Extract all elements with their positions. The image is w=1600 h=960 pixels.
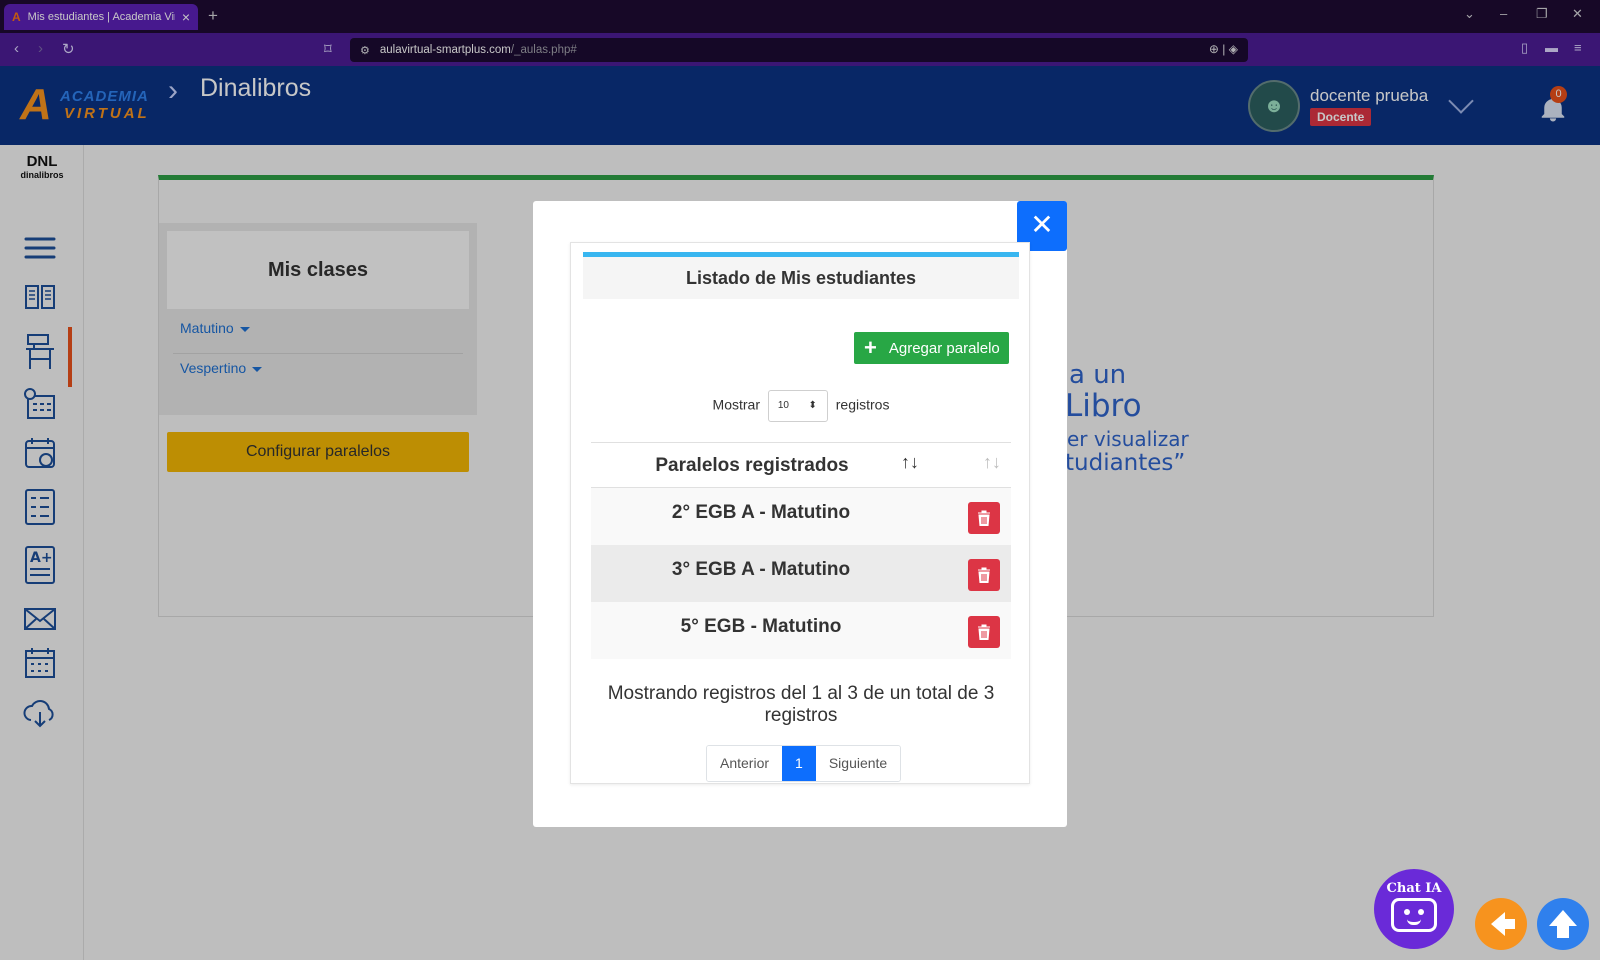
select-arrows-icon: ⬍ (808, 400, 817, 411)
close-icon: ✕ (1030, 209, 1054, 240)
show-suffix: registros (835, 396, 890, 413)
scroll-top-button[interactable] (1537, 898, 1589, 950)
pagination-next[interactable]: Siguiente (815, 746, 901, 781)
agregar-paralelo-button[interactable]: + Agregar paralelo (854, 332, 1009, 364)
chat-ia-button[interactable]: Chat IA (1374, 869, 1454, 949)
arrow-up-icon (1549, 910, 1577, 938)
estudiantes-card: Listado de Mis estudiantes + Agregar par… (570, 242, 1030, 784)
records-per-page: Mostrar 10 ⬍ registros (571, 390, 1031, 422)
sort-icon[interactable]: ↑↓ (901, 452, 919, 473)
show-prefix: Mostrar (712, 396, 760, 413)
chat-ia-label: Chat IA (1386, 881, 1442, 896)
pagination-prev[interactable]: Anterior (707, 746, 783, 781)
records-per-page-value: 10 (777, 400, 789, 411)
pagination-page-1[interactable]: 1 (782, 746, 816, 781)
trash-icon (978, 624, 990, 640)
plus-icon: + (864, 335, 877, 360)
records-per-page-select[interactable]: 10 ⬍ (767, 390, 828, 422)
table-info: Mostrando registros del 1 al 3 de un tot… (607, 683, 995, 726)
table-row: 5° EGB - Matutino (591, 602, 1011, 659)
modal-title: Listado de Mis estudiantes (583, 252, 1019, 299)
delete-button[interactable] (968, 559, 1000, 591)
delete-button[interactable] (968, 616, 1000, 648)
go-back-button[interactable] (1475, 898, 1527, 950)
pagination: Anterior 1 Siguiente (706, 745, 902, 782)
table-header: Paralelos registrados ↑↓ ↑↓ (591, 442, 1011, 488)
trash-icon (978, 510, 990, 526)
paralelo-name: 5° EGB - Matutino (680, 616, 842, 637)
robot-face-icon (1391, 898, 1437, 932)
sort-icon[interactable]: ↑↓ (983, 452, 1001, 473)
paralelo-name: 2° EGB A - Matutino (671, 502, 851, 523)
delete-button[interactable] (968, 502, 1000, 534)
paralelo-name: 3° EGB A - Matutino (671, 559, 851, 580)
table-row: 2° EGB A - Matutino (591, 488, 1011, 545)
paralelos-table: Paralelos registrados ↑↓ ↑↓ 2° EGB A - M… (591, 442, 1011, 659)
trash-icon (978, 567, 990, 583)
arrow-left-icon (1491, 912, 1515, 936)
agregar-paralelo-label: Agregar paralelo (888, 339, 1000, 357)
table-row: 3° EGB A - Matutino (591, 545, 1011, 602)
column-header-paralelos[interactable]: Paralelos registrados (591, 455, 913, 477)
